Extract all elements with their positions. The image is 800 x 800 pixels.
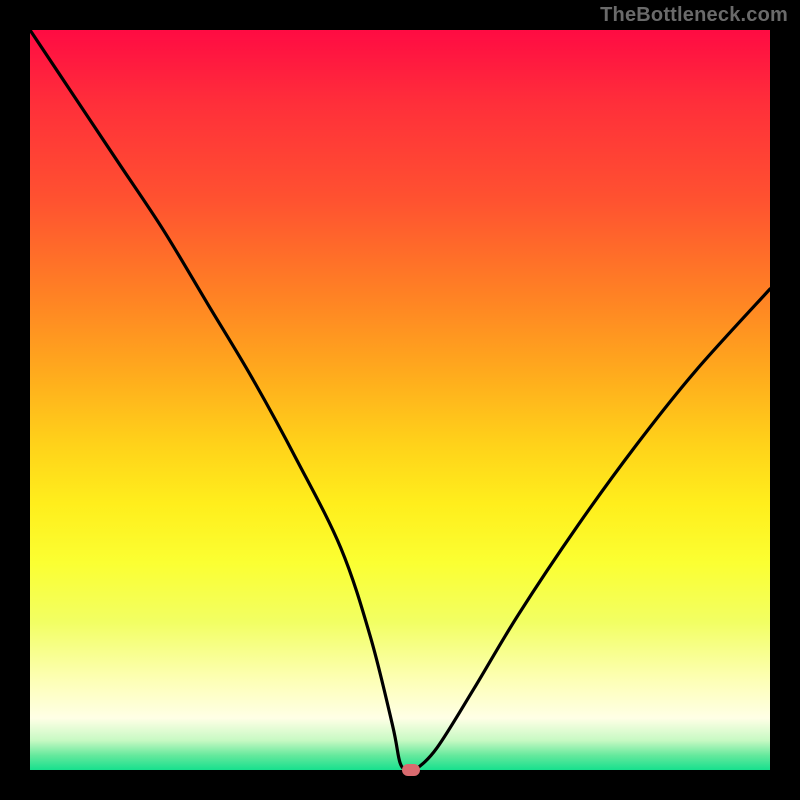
chart-frame: TheBottleneck.com bbox=[0, 0, 800, 800]
bottleneck-curve bbox=[30, 30, 770, 770]
plot-area bbox=[30, 30, 770, 770]
attribution-text: TheBottleneck.com bbox=[600, 4, 788, 27]
optimum-marker bbox=[402, 764, 420, 776]
